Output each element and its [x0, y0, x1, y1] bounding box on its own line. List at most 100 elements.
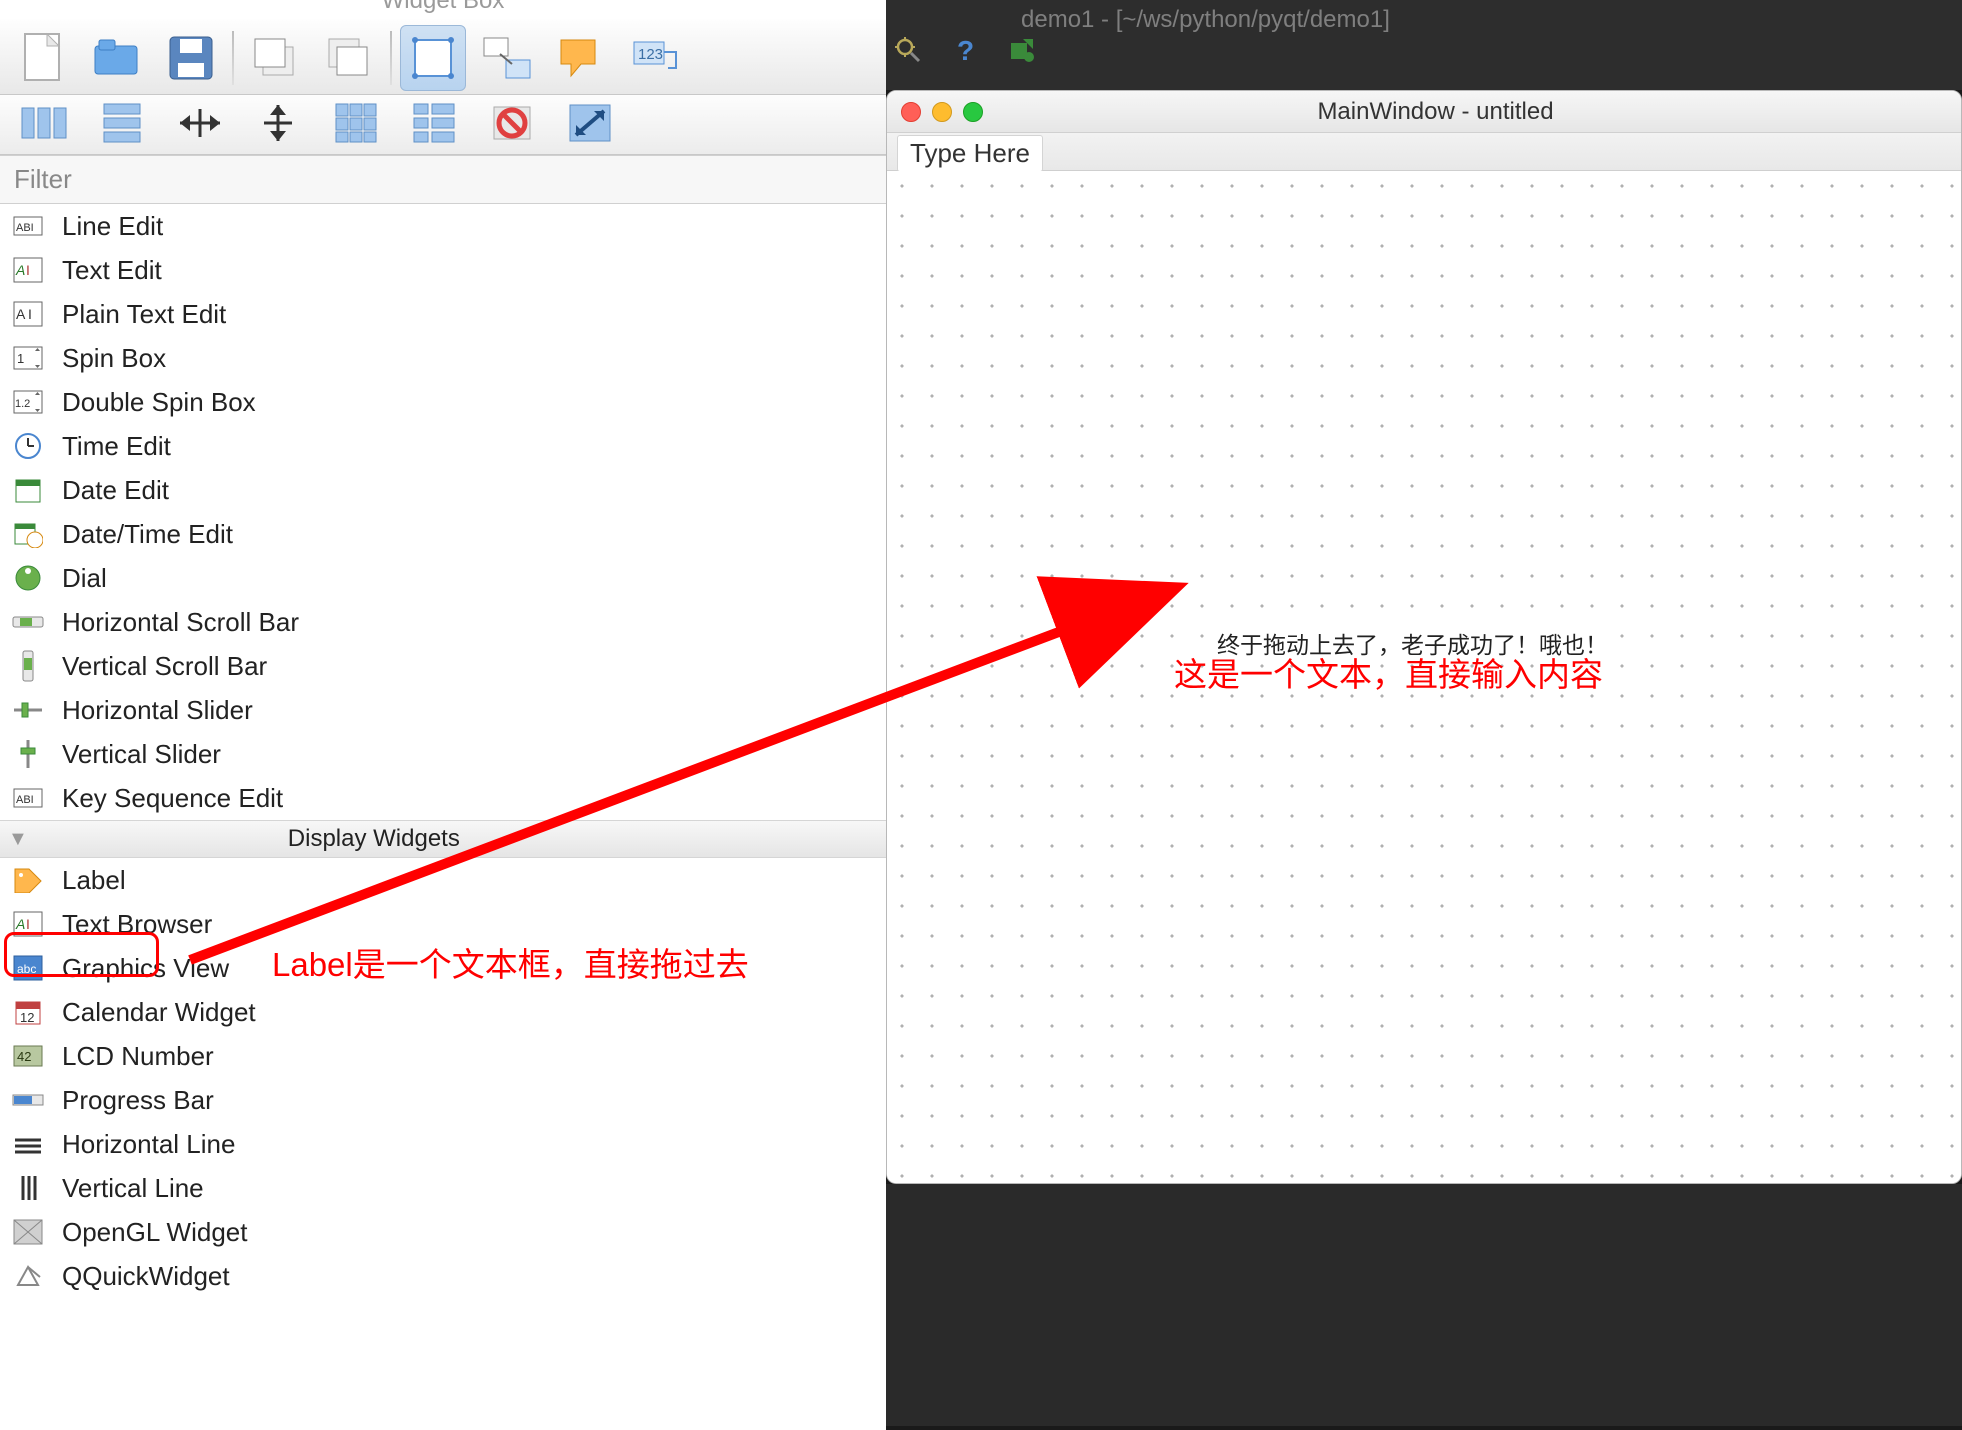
widget-item-dial[interactable]: Dial [0, 556, 886, 600]
vbox-layout-button[interactable] [92, 98, 152, 148]
filter-placeholder: Filter [14, 164, 72, 194]
edit-taborder-button[interactable]: 123 [622, 25, 688, 91]
vscroll-icon [12, 650, 44, 682]
widget-item-lineedit[interactable]: ABILine Edit [0, 204, 886, 248]
toolbar-row-2 [0, 95, 886, 155]
designer-titlebar[interactable]: MainWindow - untitled [887, 91, 1961, 133]
widget-item-spinbox[interactable]: 1 Spin Box [0, 336, 886, 380]
hbox-layout-button[interactable] [14, 98, 74, 148]
datetimeedit-icon [12, 518, 44, 550]
widget-box-panel: Widget Box 123 Filter ABILine Edit AITex… [0, 0, 886, 1426]
adjust-size-button[interactable] [560, 98, 620, 148]
widget-label: Plain Text Edit [62, 299, 226, 330]
widget-list[interactable]: ABILine Edit AIText Edit AIPlain Text Ed… [0, 204, 886, 1430]
widget-item-vline[interactable]: Vertical Line [0, 1166, 886, 1210]
svg-text:1: 1 [17, 351, 24, 366]
widget-label: QQuickWidget [62, 1261, 230, 1292]
svg-text:?: ? [957, 36, 974, 66]
svg-text:A: A [15, 262, 25, 278]
widget-label: Graphics View [62, 953, 229, 984]
toolbar-row-1: 123 [0, 19, 886, 95]
dial-icon [12, 562, 44, 594]
textbrowser-icon: AI [12, 908, 44, 940]
save-button[interactable] [158, 25, 224, 91]
grid-layout-button[interactable] [326, 98, 386, 148]
hline-icon [12, 1128, 44, 1160]
widget-item-doublespinbox[interactable]: 1.2 Double Spin Box [0, 380, 886, 424]
toolbar-separator [390, 31, 392, 85]
type-here-menuitem[interactable]: Type Here [897, 135, 1043, 172]
settings-icon[interactable] [895, 37, 923, 70]
widget-label: Vertical Slider [62, 739, 221, 770]
widget-item-qquick[interactable]: QQuickWidget [0, 1254, 886, 1298]
widget-item-textedit[interactable]: AI Text Edit [0, 248, 886, 292]
hsplit-layout-button[interactable] [170, 98, 230, 148]
spinbox-icon: 1 [12, 342, 44, 374]
widget-item-calendar[interactable]: 12Calendar Widget [0, 990, 886, 1034]
widget-item-keyseqedit[interactable]: ABIKey Sequence Edit [0, 776, 886, 820]
svg-text:A: A [16, 306, 26, 322]
widget-label: Spin Box [62, 343, 166, 374]
vsplit-layout-button[interactable] [248, 98, 308, 148]
widget-item-hslider[interactable]: Horizontal Slider [0, 688, 886, 732]
widget-label: Time Edit [62, 431, 171, 462]
calendar-icon: 12 [12, 996, 44, 1028]
form-layout-button[interactable] [404, 98, 464, 148]
widget-label: Text Edit [62, 255, 162, 286]
widget-item-label[interactable]: Label [0, 858, 886, 902]
svg-text:I: I [26, 262, 30, 278]
bring-to-front-button[interactable] [316, 25, 382, 91]
progressbar-icon [12, 1084, 44, 1116]
section-title: Display Widgets [288, 825, 460, 853]
widget-item-opengl[interactable]: OpenGL Widget [0, 1210, 886, 1254]
ide-titlebar: demo1 - [~/ws/python/pyqt/demo1] [886, 0, 1962, 90]
widget-item-dateedit[interactable]: Date Edit [0, 468, 886, 512]
widget-item-hscrollbar[interactable]: Horizontal Scroll Bar [0, 600, 886, 644]
help-icon[interactable]: ? [953, 36, 977, 71]
widget-label: Dial [62, 563, 107, 594]
widget-item-plaintextedit[interactable]: AI Plain Text Edit [0, 292, 886, 336]
break-layout-button[interactable] [482, 98, 542, 148]
dateedit-icon [12, 474, 44, 506]
new-file-button[interactable] [10, 25, 76, 91]
svg-text:I: I [26, 916, 30, 932]
widget-label: LCD Number [62, 1041, 214, 1072]
opengl-icon [12, 1216, 44, 1248]
widget-item-hline[interactable]: Horizontal Line [0, 1122, 886, 1166]
section-display-widgets[interactable]: ▼ Display Widgets [0, 820, 886, 858]
designer-menubar[interactable]: Type Here [887, 133, 1961, 171]
open-file-button[interactable] [84, 25, 150, 91]
plaintextedit-icon: AI [12, 298, 44, 330]
svg-text:A: A [15, 916, 25, 932]
widget-label: Progress Bar [62, 1085, 214, 1116]
svg-text:12: 12 [20, 1010, 34, 1025]
send-to-back-button[interactable] [242, 25, 308, 91]
widget-label: OpenGL Widget [62, 1217, 247, 1248]
svg-text:42: 42 [17, 1049, 31, 1064]
window-close-button[interactable] [901, 102, 921, 122]
designer-window: MainWindow - untitled Type Here 终于拖动上去了，… [886, 90, 1962, 1184]
edit-signals-button[interactable] [474, 25, 540, 91]
widget-item-vscrollbar[interactable]: Vertical Scroll Bar [0, 644, 886, 688]
widget-label: Date/Time Edit [62, 519, 233, 550]
run-icon[interactable] [1007, 37, 1035, 70]
annotation-right: 这是一个文本，直接输入内容 [1174, 648, 1603, 696]
edit-buddies-button[interactable] [548, 25, 614, 91]
graphicsview-icon: abc [12, 952, 44, 984]
disclosure-triangle-icon: ▼ [8, 828, 28, 851]
edit-widgets-button[interactable] [400, 25, 466, 91]
ide-toolbar: ? [895, 36, 1035, 71]
doublespinbox-icon: 1.2 [12, 386, 44, 418]
ide-title: demo1 - [~/ws/python/pyqt/demo1] [1021, 6, 1390, 34]
widget-item-datetimeedit[interactable]: Date/Time Edit [0, 512, 886, 556]
filter-input[interactable]: Filter [0, 155, 886, 204]
svg-text:123: 123 [638, 46, 663, 63]
widget-label: Double Spin Box [62, 387, 256, 418]
widget-item-timeedit[interactable]: Time Edit [0, 424, 886, 468]
toolbar-separator [232, 31, 234, 85]
widget-box-title: Widget Box [0, 0, 886, 19]
widget-item-lcd[interactable]: 42 LCD Number [0, 1034, 886, 1078]
widget-label: Horizontal Line [62, 1129, 235, 1160]
widget-item-vslider[interactable]: Vertical Slider [0, 732, 886, 776]
widget-item-progressbar[interactable]: Progress Bar [0, 1078, 886, 1122]
